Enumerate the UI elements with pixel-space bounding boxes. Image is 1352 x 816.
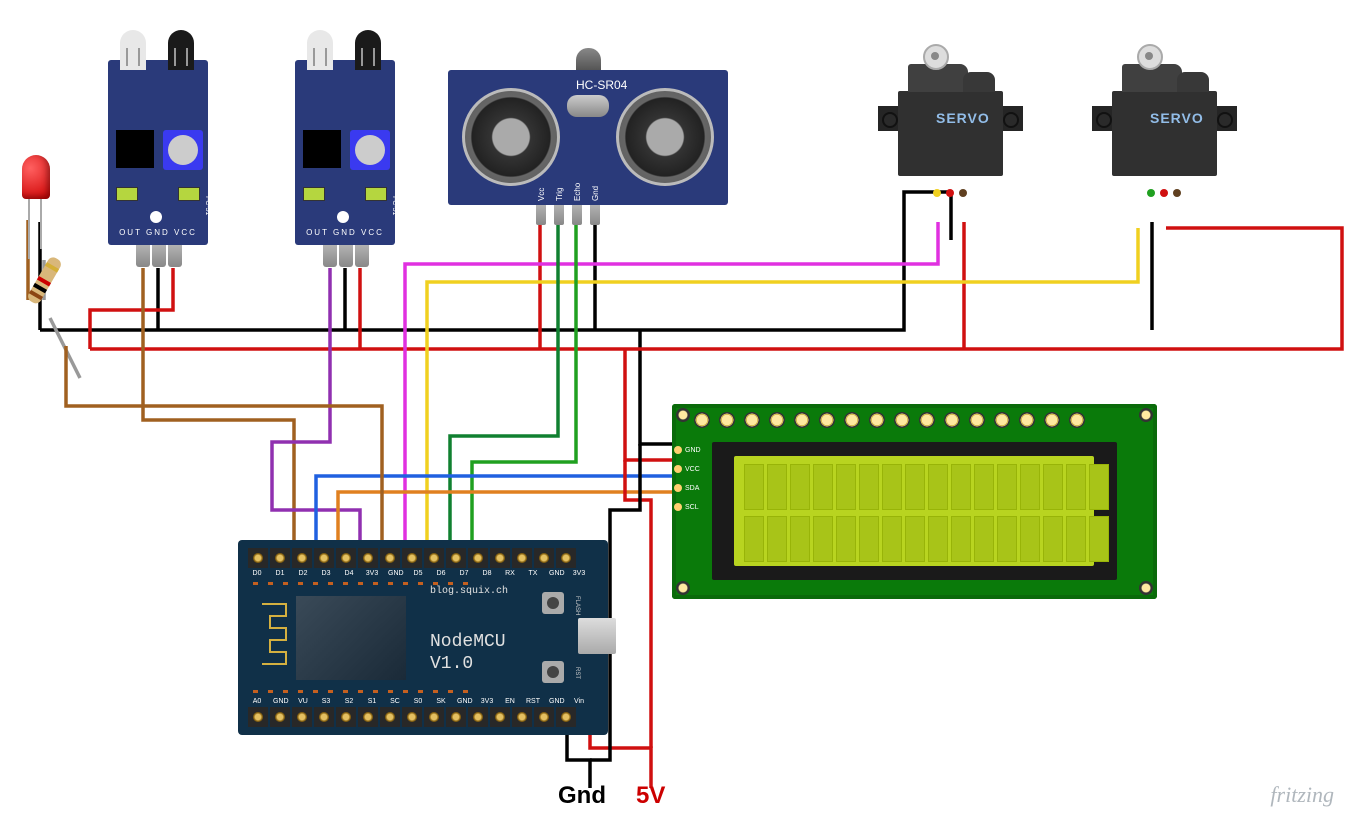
lcd-i2c-pins: GND VCC SDA SCL (674, 446, 708, 511)
ir-sensor-module-2: OUT GND VCC FC-51 (295, 60, 395, 245)
nodemcu-labels-bottom: A0GNDVUS3S2S1SCS0SKGND3V3ENRSTGNDVin (250, 698, 586, 705)
fritzing-watermark: fritzing (1270, 782, 1334, 808)
ir-sensor-module-1: OUT GND VCC FC-51 (108, 60, 208, 245)
wifi-antenna-icon (260, 602, 290, 672)
nodemcu-pins-bottom (248, 707, 576, 727)
lcd-16x2-i2c: GND VCC SDA SCL (672, 404, 1157, 599)
lcd-pin-gnd: GND (685, 447, 701, 454)
lcd-pin-scl: SCL (685, 504, 699, 511)
nodemcu-url: blog.squix.ch (430, 586, 508, 597)
servo2-label: SERVO (1150, 110, 1204, 126)
lcd-display-cells (744, 464, 1109, 562)
ir2-pin-labels: OUT GND VCC (295, 228, 395, 237)
hcsr04-pin-echo: Echo (573, 183, 582, 201)
nodemcu-version: V1.0 (430, 654, 473, 674)
hcsr04-pin-gnd: Gnd (591, 186, 600, 201)
flash-label: FLASH (574, 596, 580, 615)
nodemcu-labels-top: D0D1D2D3D43V3GNDD5D6D7D8RXTXGND3V3 (250, 570, 586, 577)
5v-label: 5V (636, 782, 665, 810)
red-led (22, 155, 50, 199)
lcd-pin-sda: SDA (685, 485, 699, 492)
nodemcu-pins-top (248, 548, 576, 568)
hcsr04-model-label: HC-SR04 (576, 78, 627, 92)
esp8266-chip (296, 596, 406, 680)
lcd-header-pins (694, 412, 1085, 428)
nodemcu-flash-button (542, 592, 564, 614)
gnd-label: Gnd (558, 782, 606, 810)
servo-motor-2: SERVO (1092, 36, 1237, 191)
rst-label: RST (574, 667, 580, 679)
ultrasonic-sensor-hcsr04: HC-SR04 Vcc Trig Echo Gnd (448, 70, 728, 205)
nodemcu-rst-button (542, 661, 564, 683)
ir1-pin-labels: OUT GND VCC (108, 228, 208, 237)
lcd-pin-vcc: VCC (685, 466, 700, 473)
resistor (32, 295, 82, 309)
micro-usb-port (578, 618, 616, 654)
nodemcu-name: NodeMCU (430, 632, 506, 652)
nodemcu-board: D0D1D2D3D43V3GNDD5D6D7D8RXTXGND3V3 A0GND… (238, 540, 608, 735)
servo1-label: SERVO (936, 110, 990, 126)
hcsr04-pin-trig: Trig (555, 188, 564, 201)
servo-motor-1: SERVO (878, 36, 1023, 191)
hcsr04-pin-vcc: Vcc (537, 188, 546, 201)
